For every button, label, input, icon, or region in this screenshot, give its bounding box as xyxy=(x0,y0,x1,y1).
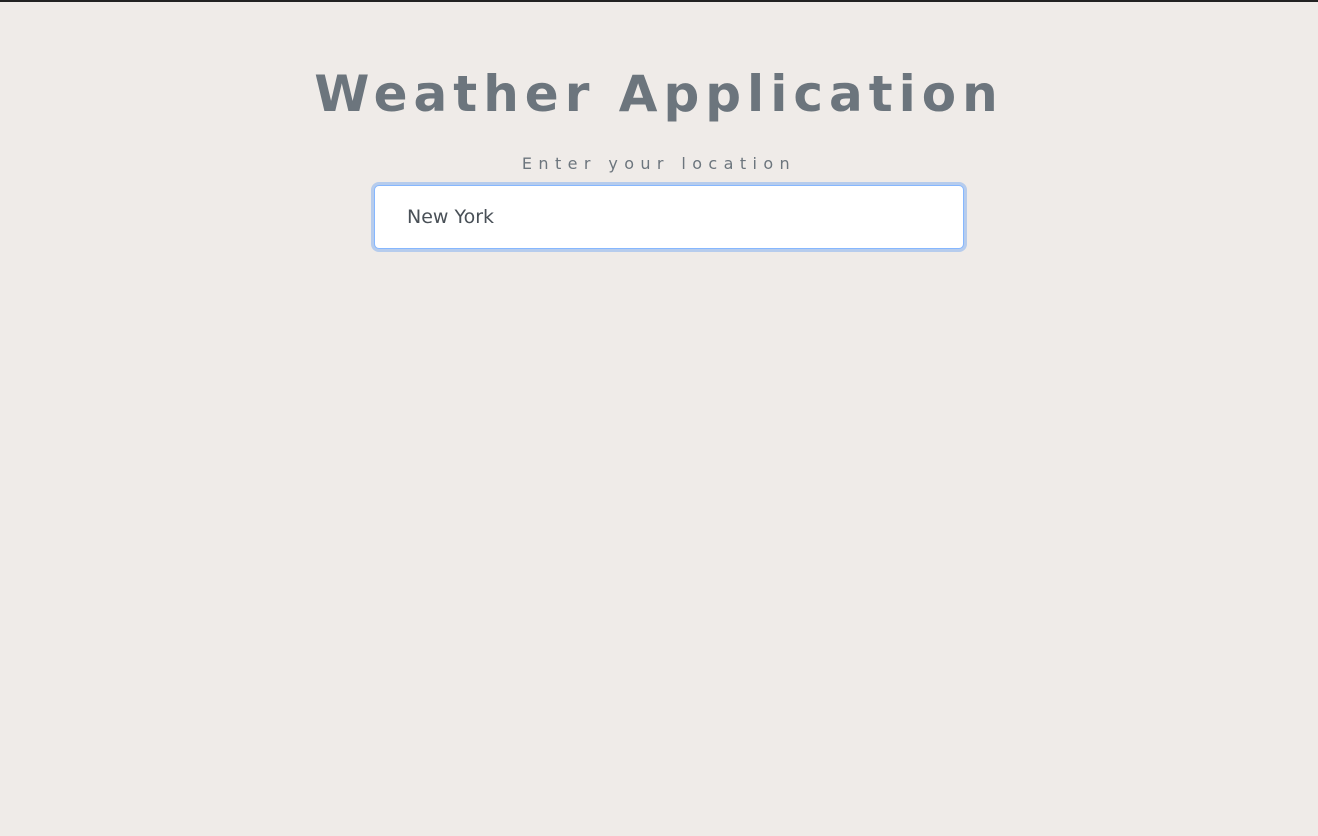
weather-app: Weather Application Enter your location xyxy=(0,0,1318,836)
page-title: Weather Application xyxy=(314,65,1004,123)
location-label: Enter your location xyxy=(521,154,797,173)
location-input[interactable] xyxy=(374,185,964,249)
